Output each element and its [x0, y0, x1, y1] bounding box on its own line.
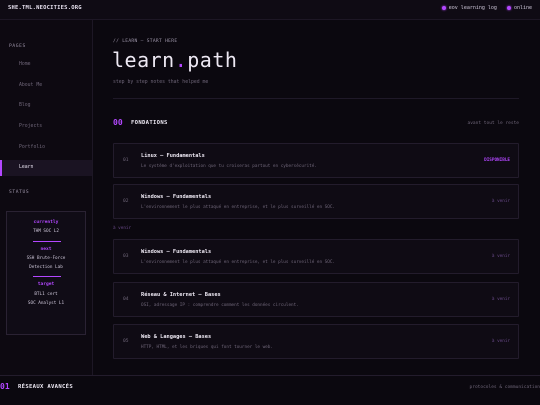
- card-index: 04: [123, 297, 129, 302]
- sidebar-item-projects[interactable]: Projects: [0, 119, 92, 135]
- next-value: SSH Brute-Force: [26, 256, 66, 261]
- card-description: HTTP, HTML, et les briques qui font tour…: [141, 345, 273, 350]
- card-status-badge: à venir: [491, 199, 510, 204]
- card-title: Web & Langages — Bases: [141, 334, 212, 340]
- section-hint: avant tout le reste: [467, 121, 519, 126]
- status-dot-icon: [506, 6, 511, 10]
- card-description: L'environnement le plus attaqué en entre…: [141, 260, 336, 265]
- status-divider: [33, 241, 61, 242]
- card-title: Windows — Fundamentals: [141, 249, 212, 255]
- course-card[interactable]: 01 Linux — Fundamentals Le système d'exp…: [113, 143, 519, 178]
- card-title: Windows — Fundamentals: [141, 194, 212, 200]
- sidebar-status-title: STATUS: [9, 190, 30, 195]
- card-title: Réseau & Internet — Bases: [141, 292, 221, 298]
- main-content: // LEARN — START HERE learn.path step by…: [93, 20, 540, 375]
- card-status-badge: DISPONIBLE: [484, 158, 510, 163]
- sidebar-item-learn[interactable]: Learn: [0, 160, 92, 176]
- page-title-part: learn: [112, 48, 175, 72]
- status-divider: [33, 276, 61, 277]
- sidebar-pages-title: PAGES: [9, 44, 26, 49]
- page-title-part: path: [187, 48, 238, 72]
- page-title-dot: .: [174, 48, 188, 72]
- target-value: SOC Analyst L1: [27, 301, 65, 306]
- card-status-badge: à venir: [491, 254, 510, 259]
- card-status-badge: à venir: [491, 339, 510, 344]
- currently-label: currently: [33, 220, 59, 225]
- card-description: OSI, adressage IP : comprendre comment l…: [141, 303, 299, 308]
- currently-value: THM SOC L2: [33, 229, 59, 234]
- sidebar-item-blog[interactable]: Blog: [0, 98, 92, 114]
- course-card[interactable]: 05 Web & Langages — Bases HTTP, HTML, et…: [113, 324, 519, 359]
- breadcrumb: // LEARN — START HERE: [113, 39, 178, 44]
- sidebar-item-home[interactable]: Home: [0, 57, 92, 73]
- status-online: online: [506, 5, 532, 11]
- card-index: 03: [123, 254, 129, 259]
- card-title: Linux — Fundamentals: [141, 153, 205, 159]
- target-label: target: [37, 282, 55, 287]
- page-title: learn.path: [112, 48, 237, 72]
- card-description: L'environnement le plus attaqué en entre…: [141, 205, 336, 210]
- card-description: Le système d'exploitation que tu croiser…: [141, 164, 317, 169]
- next-value: Detection Lab: [29, 265, 63, 270]
- status-learning-log: eov learning log: [441, 5, 497, 11]
- sidebar-item-about[interactable]: About Me: [0, 78, 92, 94]
- section-number: 00: [113, 118, 123, 127]
- floating-status-note: à venir: [113, 226, 132, 231]
- course-card[interactable]: 03 Windows — Fundamentals L'environnemen…: [113, 239, 519, 274]
- site-brand[interactable]: SHE.TML.NEOCITIES.ORG: [8, 5, 82, 11]
- next-section-number: 01: [0, 382, 10, 391]
- target-value: BTL1 cert: [34, 292, 58, 297]
- status-dot-icon: [441, 6, 446, 10]
- page-subtitle: step by step notes that helped me: [113, 80, 209, 85]
- sidebar-item-portfolio[interactable]: Portfolio: [0, 140, 92, 156]
- status-label: online: [513, 5, 532, 11]
- sidebar: PAGES Home About Me Blog Projects Portfo…: [0, 20, 93, 375]
- card-index: 02: [123, 199, 129, 204]
- course-card[interactable]: 04 Réseau & Internet — Bases OSI, adress…: [113, 282, 519, 317]
- top-bar: SHE.TML.NEOCITIES.ORG eov learning log o…: [0, 0, 540, 20]
- section-title: FONDATIONS: [131, 120, 168, 126]
- course-card[interactable]: 02 Windows — Fundamentals L'environnemen…: [113, 184, 519, 219]
- header-divider: [113, 98, 519, 99]
- status-label: eov learning log: [448, 5, 497, 11]
- status-indicators: eov learning log online: [441, 5, 532, 11]
- status-box: currently THM SOC L2 next SSH Brute-Forc…: [6, 211, 86, 335]
- card-index: 01: [123, 158, 129, 163]
- next-section-hint: protocoles & communication: [469, 385, 540, 390]
- next-section-bar: 01 RÉSEAUX AVANCÉS protocoles & communic…: [0, 375, 540, 405]
- next-label: next: [40, 247, 52, 252]
- card-index: 05: [123, 339, 129, 344]
- card-status-badge: à venir: [491, 297, 510, 302]
- next-section-title: RÉSEAUX AVANCÉS: [18, 384, 74, 390]
